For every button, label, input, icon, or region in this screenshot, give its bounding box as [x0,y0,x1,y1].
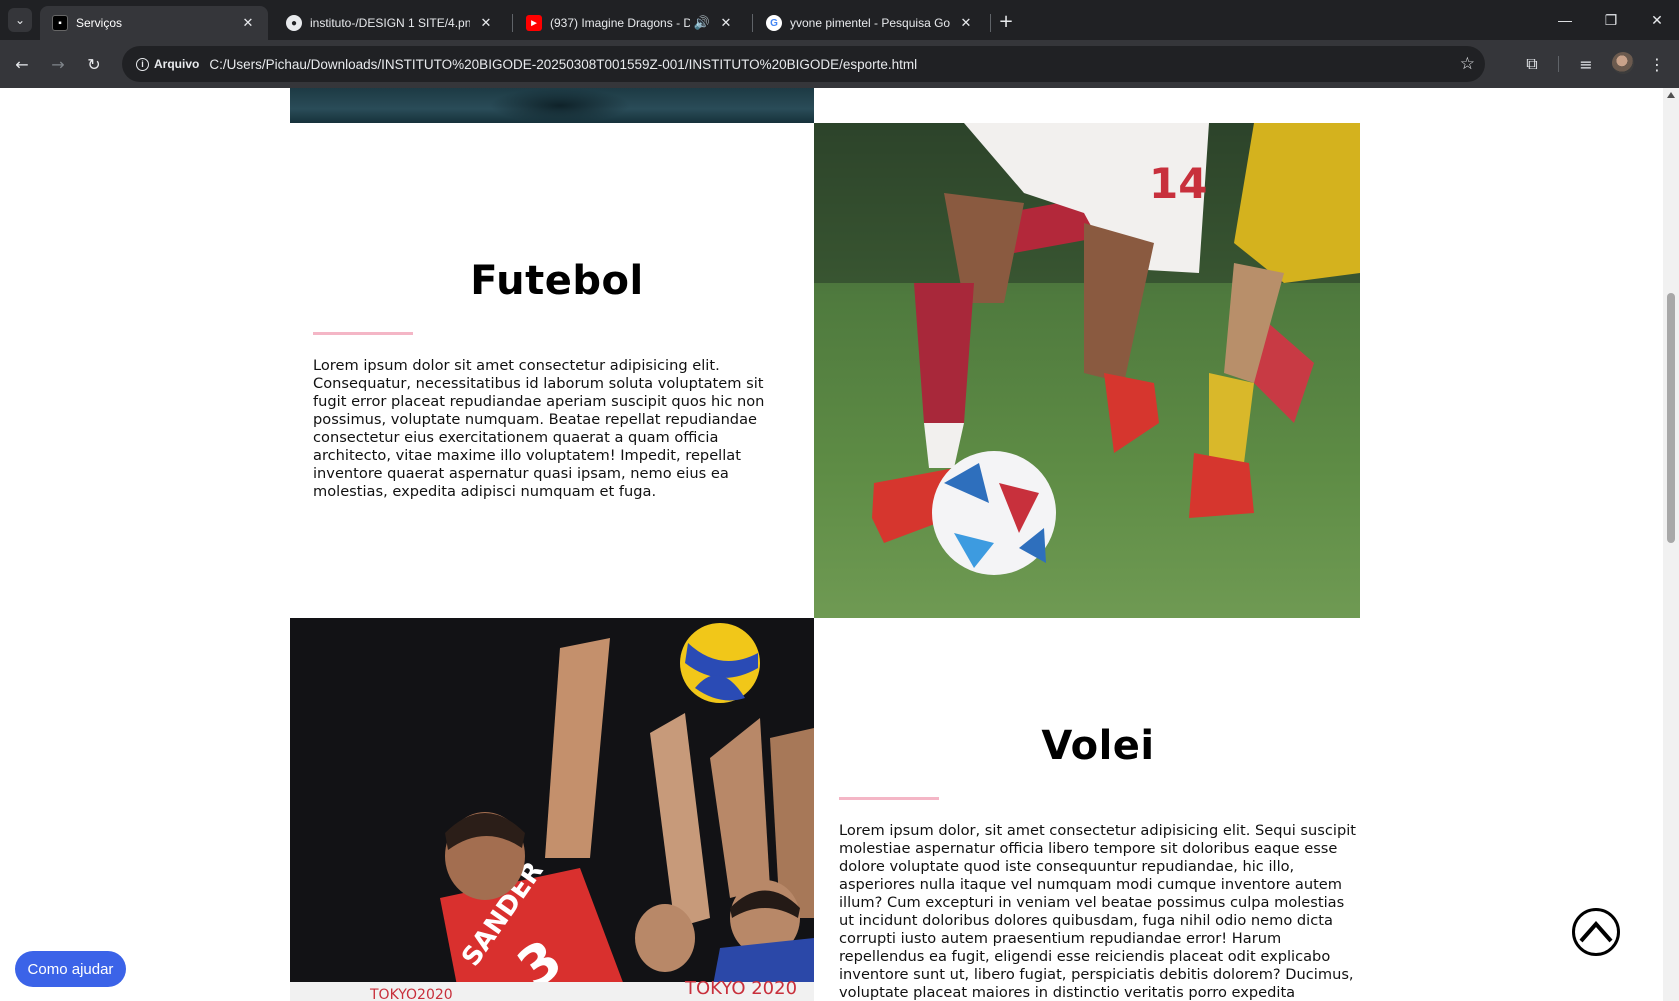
plus-icon: + [998,10,1014,32]
site-info-chip[interactable]: i Arquivo [130,51,205,77]
restore-icon: ❐ [1604,11,1618,28]
extensions-icon[interactable]: ⧉ [1520,52,1544,76]
media-controls-icon[interactable]: ≡ [1574,52,1598,76]
close-icon[interactable]: ✕ [958,15,974,31]
futebol-section: Futebol Lorem ipsum dolor sit amet conse… [313,258,801,501]
back-to-top-button[interactable] [1572,908,1620,956]
minimize-icon: — [1558,12,1572,28]
volleyball-photo: SANDER 3 TOKYO2020 TOKYO 2020 [290,618,814,1001]
tab-github[interactable]: ● instituto-/DESIGN 1 SITE/4.png ✕ [274,6,506,40]
close-icon[interactable]: ✕ [478,15,494,31]
tab-label: Serviços [76,16,123,30]
window-close-button[interactable]: ✕ [1635,6,1679,34]
toolbar-divider [1558,56,1559,72]
forward-button[interactable]: → [46,52,70,76]
tab-label: (937) Imagine Dragons - De [550,16,690,30]
tab-divider [990,14,991,32]
tab-google[interactable]: G yvone pimentel - Pesquisa Goo ✕ [754,6,986,40]
youtube-icon: ▶ [526,15,542,31]
site-info-label: Arquivo [154,57,200,71]
browser-toolbar: ← → ↻ i Arquivo C:/Users/Pichau/Download… [0,40,1679,88]
tab-youtube[interactable]: ▶ (937) Imagine Dragons - De 🔊 ✕ [514,6,746,40]
shorts-number: 14 [1149,159,1207,208]
scroll-up-arrow-icon[interactable] [1667,92,1675,98]
volei-title: Volei [1041,723,1155,769]
tab-servicos[interactable]: ▪ Serviços ✕ [40,6,268,40]
bookmark-star-icon[interactable]: ☆ [1460,54,1475,74]
page-viewport: Futebol Lorem ipsum dolor sit amet conse… [0,88,1663,1001]
close-icon: ✕ [1651,11,1663,28]
reload-icon: ↻ [87,54,101,74]
soccer-illustration: 14 [814,123,1360,575]
close-icon[interactable]: ✕ [240,15,256,31]
back-button[interactable]: ← [10,52,34,76]
tab-divider [512,14,513,32]
new-tab-button[interactable]: + [995,10,1017,32]
help-button[interactable]: Como ajudar [15,951,126,987]
title-underline [313,332,413,335]
net-banner-left: TOKYO2020 [369,987,453,1001]
restore-button[interactable]: ❐ [1589,6,1633,34]
net-banner-right: TOKYO 2020 [684,978,797,999]
volei-description: Lorem ipsum dolor, sit amet consectetur … [839,822,1357,1001]
futebol-description: Lorem ipsum dolor sit amet consectetur a… [313,357,765,500]
chevron-down-icon: ⌄ [14,13,26,27]
page-icon: ▪ [52,15,68,31]
tab-search-button[interactable]: ⌄ [8,8,32,32]
title-underline [839,797,939,800]
tab-divider [752,14,753,32]
reload-button[interactable]: ↻ [82,52,106,76]
address-bar[interactable]: i Arquivo C:/Users/Pichau/Downloads/INST… [122,46,1485,82]
url-text[interactable]: C:/Users/Pichau/Downloads/INSTITUTO%20BI… [209,57,917,72]
volleyball-illustration: SANDER 3 TOKYO2020 TOKYO 2020 [290,618,814,1001]
speaker-icon[interactable]: 🔊 [694,15,710,31]
more-menu-icon[interactable]: ⋮ [1645,52,1669,76]
google-icon: G [766,15,782,31]
page-scrollbar[interactable] [1663,88,1679,1001]
tab-label: instituto-/DESIGN 1 SITE/4.png [310,16,470,30]
github-icon: ● [286,15,302,31]
volei-section: Volei Lorem ipsum dolor, sit amet consec… [839,723,1357,1001]
chevron-up-icon [1579,921,1613,943]
minimize-button[interactable]: — [1543,6,1587,34]
tab-strip: ⌄ ▪ Serviços ✕ ● instituto-/DESIGN 1 SIT… [0,0,1679,40]
close-icon[interactable]: ✕ [718,15,734,31]
arrow-left-icon: ← [15,54,29,74]
tab-label: yvone pimentel - Pesquisa Goo [790,16,950,30]
scroll-thumb[interactable] [1667,293,1675,543]
previous-section-image [290,88,814,123]
arrow-right-icon: → [51,54,65,74]
soccer-photo: 14 [814,123,1360,618]
futebol-title: Futebol [470,258,644,304]
profile-avatar[interactable] [1612,52,1634,74]
info-icon: i [136,57,149,71]
